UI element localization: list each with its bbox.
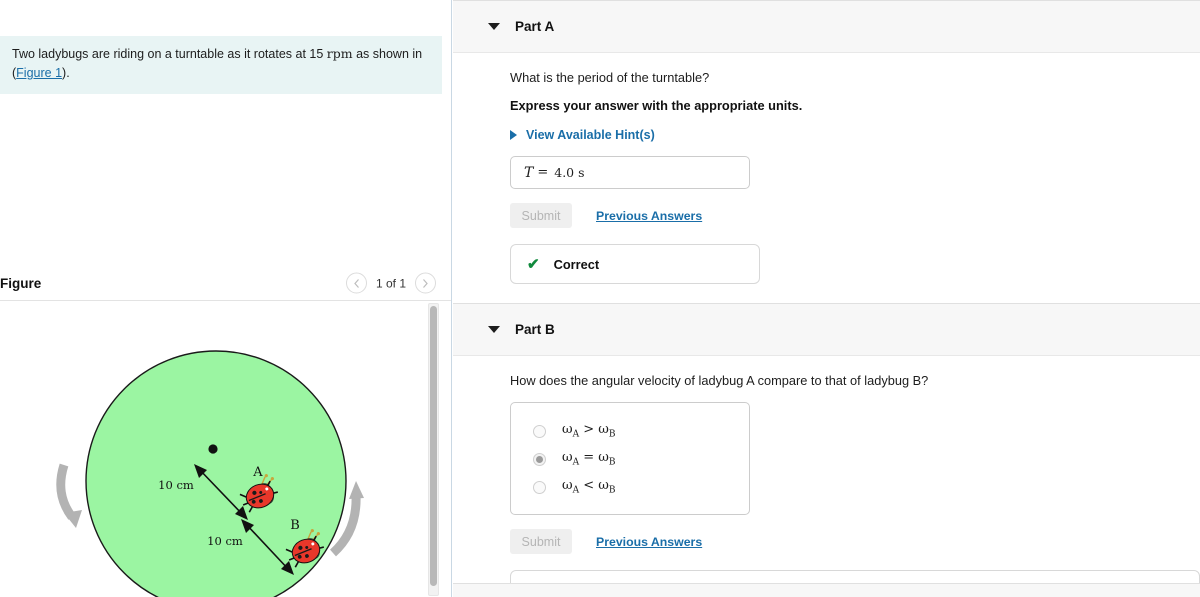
choice-row-3[interactable]: ωA < ωB xyxy=(511,473,749,501)
figure-prev-button[interactable] xyxy=(345,272,367,294)
left-panel: Two ladybugs are riding on a turntable a… xyxy=(0,0,452,597)
part-b-previous-answers-link[interactable]: Previous Answers xyxy=(596,535,702,549)
part-a-header[interactable]: Part A xyxy=(453,0,1200,53)
part-a-previous-answers-link[interactable]: Previous Answers xyxy=(596,209,702,223)
part-b-header[interactable]: Part B xyxy=(453,303,1200,356)
part-a-answer-input[interactable]: T = 4.0 s xyxy=(510,156,750,189)
figure-navigation: 1 of 1 xyxy=(345,272,436,294)
turntable-svg: 10 cm 10 cm A B xyxy=(56,350,364,597)
chevron-left-icon xyxy=(354,278,359,288)
part-a-feedback: ✔ Correct xyxy=(510,244,760,284)
radio-option-3[interactable] xyxy=(533,480,546,494)
chevron-right-icon xyxy=(423,278,428,288)
part-b-submit-button[interactable]: Submit xyxy=(510,529,572,554)
problem-statement: Two ladybugs are riding on a turntable a… xyxy=(0,36,442,94)
figure-viewport[interactable]: 10 cm 10 cm A B xyxy=(0,300,451,597)
part-b-question: How does the angular velocity of ladybug… xyxy=(510,373,929,388)
part-b-body: How does the angular velocity of ladybug… xyxy=(453,373,1200,597)
part-a-question: What is the period of the turntable? xyxy=(510,70,710,85)
figure-panel-title: Figure xyxy=(0,275,42,291)
part-a-hints-label: View Available Hint(s) xyxy=(526,128,655,142)
figure-scrollbar-thumb[interactable] xyxy=(430,306,437,586)
radio-option-1[interactable] xyxy=(533,424,546,438)
part-a-answer-value: 4.0 s xyxy=(554,165,585,180)
part-a-answer-equals: = xyxy=(537,165,549,180)
part-a-feedback-title: Correct xyxy=(553,256,600,272)
next-part-header-strip xyxy=(453,583,1200,597)
check-icon: ✔ xyxy=(527,256,540,273)
ladybug-a-label: A xyxy=(252,465,263,480)
problem-page: Two ladybugs are riding on a turntable a… xyxy=(0,0,1200,597)
part-a-answer-variable: T xyxy=(524,164,534,181)
dimension-label-a: 10 cm xyxy=(158,478,194,492)
figure-header: Figure 1 of 1 xyxy=(0,268,451,298)
rotation-arrow-left-icon xyxy=(56,463,82,528)
part-b-submit-row: Submit Previous Answers xyxy=(510,529,1200,554)
caret-down-icon[interactable] xyxy=(488,326,500,333)
figure-1-link[interactable]: Figure 1 xyxy=(16,66,62,80)
turntable-diagram: 10 cm 10 cm A B xyxy=(0,301,430,597)
radio-option-2[interactable] xyxy=(533,452,546,466)
part-a-submit-row: Submit Previous Answers xyxy=(510,203,1200,228)
problem-text-before: Two ladybugs are riding on a turntable a… xyxy=(12,47,327,61)
part-a-label: Part A xyxy=(515,19,555,34)
figure-scrollbar[interactable] xyxy=(428,303,439,596)
caret-down-icon[interactable] xyxy=(488,23,500,30)
part-a-submit-button[interactable]: Submit xyxy=(510,203,572,228)
center-axis-dot xyxy=(208,444,218,454)
problem-rate-unit: rpm xyxy=(326,46,353,61)
choice-row-1[interactable]: ωA > ωB xyxy=(511,417,749,445)
figure-next-button[interactable] xyxy=(415,272,436,294)
choice-row-2[interactable]: ωA = ωB xyxy=(511,445,749,473)
dimension-label-b: 10 cm xyxy=(207,534,243,548)
part-b-label: Part B xyxy=(515,322,555,337)
part-a-body: What is the period of the turntable? Exp… xyxy=(453,70,1200,284)
part-a-instruction: Express your answer with the appropriate… xyxy=(510,98,803,113)
choice-label-3: ωA < ωB xyxy=(562,478,616,496)
ladybug-b-label: B xyxy=(290,518,300,533)
right-panel: Part A What is the period of the turntab… xyxy=(453,0,1200,597)
part-a-hints-toggle[interactable]: View Available Hint(s) xyxy=(510,128,1200,142)
caret-right-icon xyxy=(510,130,517,140)
figure-counter: 1 of 1 xyxy=(375,276,406,290)
choice-label-1: ωA > ωB xyxy=(562,422,616,440)
problem-text-end: ). xyxy=(62,66,70,81)
part-b-choices: ωA > ωB ωA = ωB ωA < ωB xyxy=(510,402,750,515)
choice-label-2: ωA = ωB xyxy=(562,450,616,468)
